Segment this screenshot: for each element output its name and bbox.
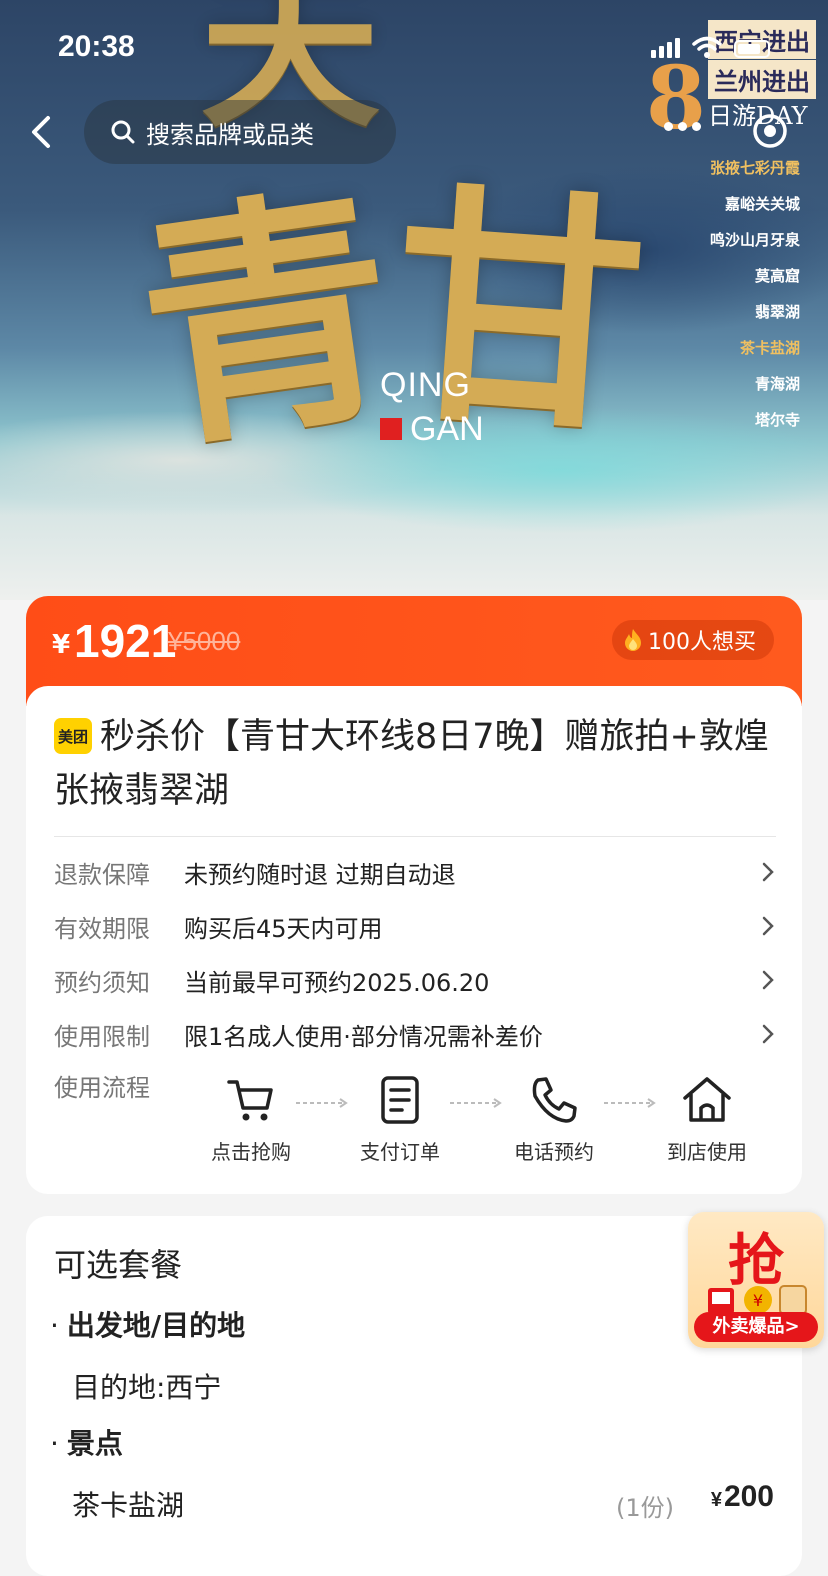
flow-arrow — [450, 1098, 502, 1108]
target-icon[interactable] — [752, 113, 788, 149]
want-count-text: 100人想买 — [648, 630, 756, 655]
info-row-refund[interactable]: 退款保障 未预约随时退 过期自动退 — [54, 852, 776, 892]
signal-icon — [651, 38, 680, 58]
info-value: 购买后45天内可用 — [184, 914, 383, 943]
hero-logo-qing: QING — [380, 366, 471, 404]
hero-place: 张掖七彩丹霞 — [709, 159, 800, 177]
package-price-value: 200 — [723, 1480, 774, 1513]
hero-place: 嘉峪关关城 — [724, 195, 800, 213]
divider — [54, 836, 776, 837]
info-row-validity[interactable]: 有效期限 购买后45天内可用 — [54, 906, 776, 946]
promo-button[interactable]: 外卖爆品> — [694, 1312, 818, 1342]
hero-place: 青海湖 — [754, 375, 800, 393]
package-section-sights: 景点 — [50, 1422, 123, 1462]
more-menu-button[interactable] — [664, 122, 701, 131]
chevron-right-icon — [762, 970, 774, 990]
info-value: 未预约随时退 过期自动退 — [184, 860, 456, 889]
info-value: 限1名成人使用·部分情况需补差价 — [184, 1022, 543, 1051]
want-count-badge: 100人想买 — [612, 620, 774, 660]
hero-badge-lanzhou: 兰州进出 — [708, 60, 816, 99]
order-icon — [381, 1076, 419, 1124]
info-key: 使用限制 — [54, 1022, 150, 1051]
hero-place: 鸣沙山月牙泉 — [709, 231, 800, 249]
chevron-right-icon — [762, 862, 774, 882]
hero-place: 莫高窟 — [754, 267, 800, 285]
phone-icon — [532, 1077, 577, 1123]
package-item-name[interactable]: 茶卡盐湖 — [72, 1484, 184, 1524]
current-price: 1921 — [74, 615, 177, 667]
hero-logo-gan: GAN — [410, 410, 484, 448]
info-row-limit[interactable]: 使用限制 限1名成人使用·部分情况需补差价 — [54, 1014, 776, 1054]
search-input[interactable]: 搜索品牌或品类 — [84, 100, 396, 164]
flow-step-pay: 支付订单 — [345, 1074, 455, 1165]
home-icon — [683, 1077, 731, 1122]
hero-banner: 天 青 甘 QING GAN 8 西宁进出 兰州进出 日游DAY 张掖七彩丹霞 … — [0, 0, 828, 600]
product-title: 秒杀价【青甘大环线8日7晚】赠旅拍+敦煌张掖翡翠湖 — [54, 717, 769, 811]
battery-icon — [734, 40, 770, 58]
flow-step-use: 到店使用 — [652, 1074, 762, 1165]
flow-step-purchase: 点击抢购 — [196, 1074, 306, 1165]
original-price: ¥5000 — [168, 626, 241, 656]
drinks-icon: ¥ — [708, 1285, 807, 1315]
flow-step-phone: 电话预约 — [499, 1074, 609, 1165]
chevron-right-icon — [762, 1024, 774, 1044]
search-placeholder: 搜索品牌或品类 — [146, 120, 314, 149]
package-item-qty: (1份) — [616, 1494, 674, 1522]
hero-place: 翡翠湖 — [754, 303, 800, 321]
wifi-icon — [692, 36, 722, 58]
package-title: 可选套餐 — [54, 1246, 183, 1284]
hero-place: 塔尔寺 — [754, 411, 800, 429]
product-info-card: 美团 秒杀价【青甘大环线8日7晚】赠旅拍+敦煌张掖翡翠湖 退款保障 未预约随时退… — [26, 686, 802, 1194]
flow-step-label: 点击抢购 — [211, 1140, 291, 1164]
status-time: 20:38 — [58, 30, 135, 63]
package-destination[interactable]: 目的地:西宁 — [72, 1366, 221, 1406]
info-key: 预约须知 — [54, 968, 150, 997]
info-key: 有效期限 — [54, 914, 150, 943]
package-card: 可选套餐 出发地/目的地 目的地:西宁 景点 茶卡盐湖 (1份) ¥200 — [26, 1216, 802, 1576]
flow-arrow — [296, 1098, 348, 1108]
svg-text:¥: ¥ — [753, 1291, 763, 1310]
status-icons — [651, 36, 770, 58]
flow-step-label: 到店使用 — [667, 1140, 747, 1164]
flow-step-label: 支付订单 — [360, 1140, 440, 1164]
info-value: 当前最早可预约2025.06.20 — [184, 968, 490, 997]
package-price-currency: ¥ — [710, 1489, 722, 1511]
flow-step-label: 电话预约 — [514, 1140, 594, 1164]
takeout-promo-ad[interactable]: 抢 ¥ 外卖爆品> — [688, 1212, 824, 1348]
cart-icon — [227, 1080, 273, 1121]
hero-place: 茶卡盐湖 — [739, 339, 800, 357]
chevron-right-icon — [762, 916, 774, 936]
search-icon — [111, 120, 135, 144]
hero-places-list: 张掖七彩丹霞 嘉峪关关城 鸣沙山月牙泉 莫高窟 翡翠湖 茶卡盐湖 青海湖 塔尔寺 — [710, 150, 800, 438]
flame-icon — [625, 629, 641, 651]
info-key: 退款保障 — [54, 860, 150, 889]
flow-label: 使用流程 — [54, 1074, 150, 1102]
package-section-origin: 出发地/目的地 — [50, 1304, 245, 1344]
hero-days-number: 8 — [646, 48, 706, 149]
flow-arrow — [604, 1098, 656, 1108]
hero-red-square — [380, 418, 402, 440]
package-item-price: ¥200 — [711, 1480, 774, 1514]
back-button[interactable] — [18, 108, 62, 156]
price-currency: ¥ — [52, 630, 71, 660]
info-row-booking[interactable]: 预约须知 当前最早可预约2025.06.20 — [54, 960, 776, 1000]
